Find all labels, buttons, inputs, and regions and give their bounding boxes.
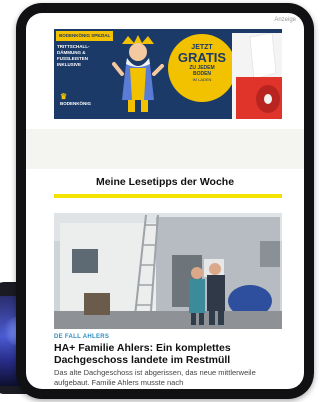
flooring-rolls-illustration	[232, 33, 282, 119]
brand-name: BODENKÖNIG	[60, 101, 92, 106]
badge-line5: IM LADEN	[192, 77, 212, 82]
ad-banner[interactable]: BODENKÖNIG SPEZIAL TRITTSCHALL- DÄMMUNG …	[54, 29, 282, 119]
badge-line2: GRATIS	[177, 50, 227, 65]
article-title[interactable]: HA+ Familie Ahlers: Ein komplettes Dachg…	[54, 342, 284, 366]
brand-logo: ♛ BODENKÖNIG	[60, 93, 104, 107]
promo-line: INKLUSIVE	[57, 62, 82, 67]
tablet-frame: Anzeige BODENKÖNIG SPEZIAL TRITTSCHALL- …	[16, 3, 314, 399]
article-category[interactable]: DE FALL AHLERS	[54, 334, 109, 340]
crown-icon: ♛	[60, 92, 68, 101]
spacer-band	[26, 129, 304, 169]
article-teaser: Das alte Dachgeschoss ist abgerissen, da…	[54, 368, 256, 387]
banner-promo-text: TRITTSCHALL- DÄMMUNG & FUSSLEISTEN INKLU…	[57, 44, 109, 68]
section-heading: Meine Lesetipps der Woche	[95, 176, 235, 188]
tablet-screen[interactable]: Anzeige BODENKÖNIG SPEZIAL TRITTSCHALL- …	[26, 13, 304, 389]
section-underline	[54, 194, 282, 198]
ad-label: Anzeige	[274, 17, 296, 23]
king-mascot-illustration	[112, 35, 164, 112]
article-photo[interactable]	[54, 213, 282, 329]
house-family-scene	[54, 213, 282, 329]
offer-badge: JETZT GRATIS ZU JEDEM BODEN IM LADEN	[168, 34, 236, 102]
banner-ribbon: BODENKÖNIG SPEZIAL	[56, 31, 114, 41]
